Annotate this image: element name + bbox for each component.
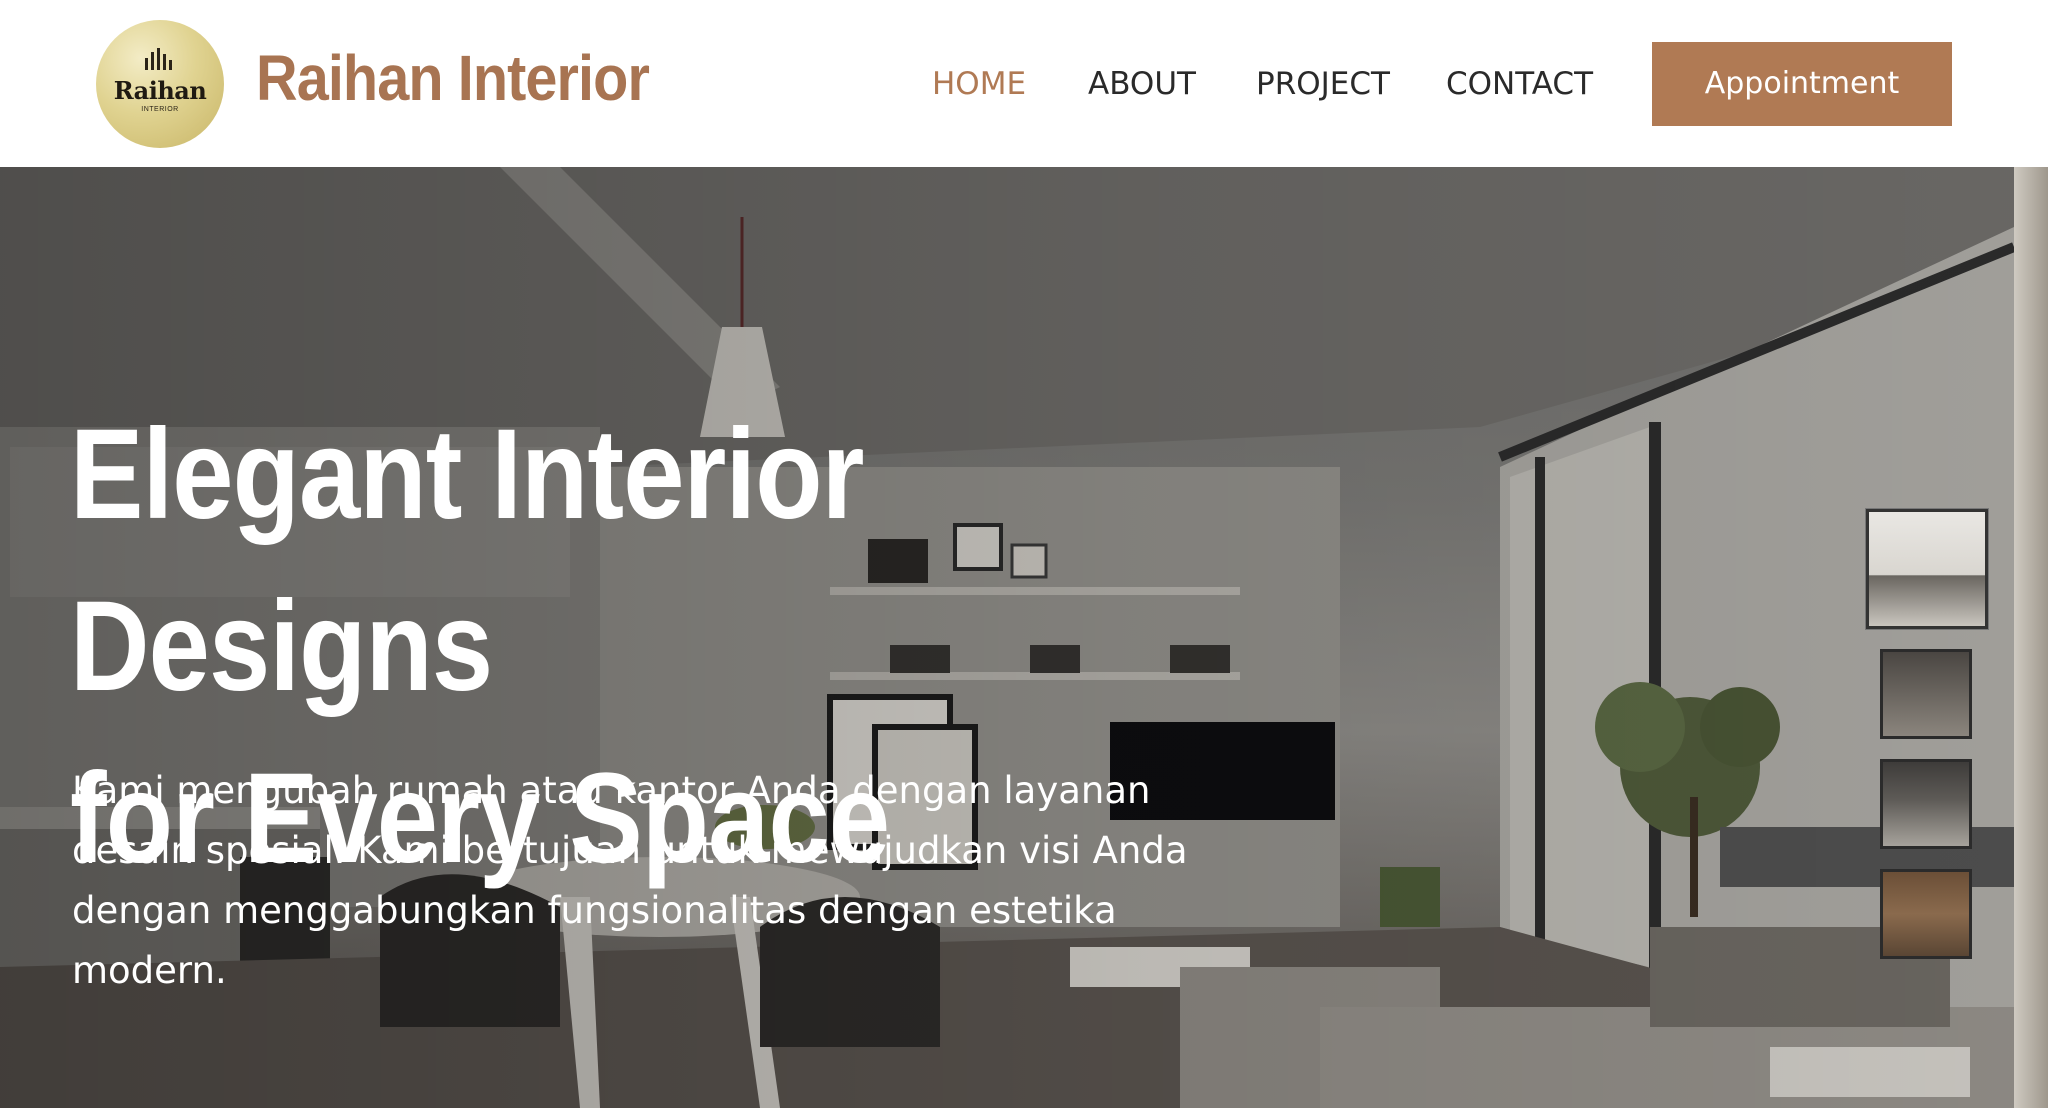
logo-bars-icon (145, 48, 175, 70)
thumbnail-4[interactable] (1880, 869, 1972, 959)
site-header: Raihan INTERIOR Raihan Interior HOME ABO… (0, 0, 2048, 167)
nav-home[interactable]: HOME (932, 62, 1026, 106)
nav-about[interactable]: ABOUT (1088, 62, 1196, 106)
thumbnail-2[interactable] (1880, 649, 1972, 739)
thumbnail-1[interactable] (1866, 509, 1988, 629)
nav-contact[interactable]: CONTACT (1446, 62, 1593, 106)
logo[interactable]: Raihan INTERIOR (96, 20, 224, 148)
logo-name: Raihan (113, 76, 207, 105)
hero-description: Kami mengubah rumah atau kantor Anda den… (72, 769, 1188, 992)
thumbnail-3[interactable] (1880, 759, 1972, 849)
hero-title-line-1: Elegant Interior Designs (70, 403, 864, 718)
appointment-button[interactable]: Appointment (1652, 42, 1952, 126)
slide-thumbnails (1866, 509, 1990, 959)
nav-project[interactable]: PROJECT (1256, 62, 1390, 106)
logo-subtitle: INTERIOR (141, 106, 179, 113)
next-slide-peek (2014, 167, 2048, 1108)
hero-slider: Elegant Interior Designs for Every Space… (0, 167, 2048, 1108)
brand-title[interactable]: Raihan Interior (256, 36, 650, 120)
